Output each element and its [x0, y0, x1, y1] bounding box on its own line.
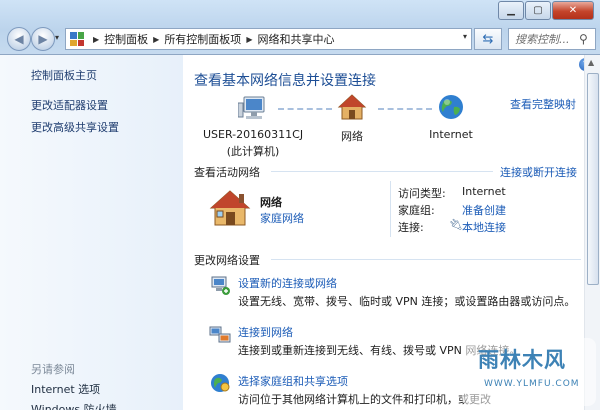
globe-icon[interactable] — [437, 93, 465, 121]
search-icon[interactable]: ⚲ — [579, 32, 588, 46]
maximize-button[interactable]: ▢ — [525, 1, 551, 20]
breadcrumb-control-panel[interactable]: 控制面板 — [104, 31, 148, 47]
connection-label: 连接: — [398, 221, 424, 234]
breadcrumb-network-center[interactable]: 网络和共享中心 — [257, 31, 334, 47]
window-controls: ▁ ▢ ✕ — [497, 1, 594, 20]
local-connection-link[interactable]: 本地连接 — [462, 219, 506, 235]
sidebar: 控制面板主页 更改适配器设置 更改高级共享设置 另请参阅 Internet 选项… — [0, 55, 183, 410]
minimize-button[interactable]: ▁ — [498, 1, 524, 20]
network-link-line — [278, 108, 332, 110]
search-input[interactable] — [513, 31, 577, 47]
section-divider — [271, 171, 493, 172]
access-type-value: Internet — [462, 185, 506, 198]
address-history-dropdown[interactable]: ▾ — [463, 32, 467, 41]
navigation-bar: ◀ ▶ ▾ ▶ 控制面板 ▶ 所有控制面板项 ▶ 网络和共享中心 ▾ ⇆ ⚲ — [0, 24, 600, 54]
back-arrow-icon: ◀ — [14, 32, 24, 46]
network-cable-icon: 🔌︎ — [449, 218, 463, 231]
setup-connection-link[interactable]: 设置新的连接或网络 — [238, 275, 337, 291]
close-button[interactable]: ✕ — [552, 1, 594, 20]
homegroup-sharing-link[interactable]: 选择家庭组和共享选项 — [238, 373, 348, 389]
breadcrumb-separator[interactable]: ▶ — [153, 35, 159, 44]
window-frame: ▁ ▢ ✕ ◀ ▶ ▾ ▶ 控制面板 ▶ 所有控制面板项 ▶ 网络和共享中心 ▾… — [0, 0, 600, 410]
sidebar-link-windows-firewall[interactable]: Windows 防火墙 — [31, 401, 117, 410]
scroll-up-icon[interactable]: ▲ — [588, 58, 594, 67]
refresh-icon: ⇆ — [482, 31, 494, 47]
scrollbar-thumb[interactable] — [587, 73, 599, 285]
active-networks-header: 查看活动网络 — [194, 166, 260, 179]
refresh-button[interactable]: ⇆ — [474, 28, 502, 50]
breadcrumb-separator[interactable]: ▶ — [246, 35, 252, 44]
see-also-header: 另请参阅 — [31, 363, 75, 376]
sidebar-link-internet-options[interactable]: Internet 选项 — [31, 381, 100, 397]
connect-icon — [209, 326, 231, 343]
sidebar-link-advanced-sharing[interactable]: 更改高级共享设置 — [31, 119, 119, 135]
homegroup-icon — [211, 374, 230, 392]
recent-pages-dropdown[interactable]: ▾ — [55, 33, 59, 42]
details-divider — [390, 181, 391, 237]
breadcrumb-all-items[interactable]: 所有控制面板项 — [164, 31, 241, 47]
house-icon[interactable] — [337, 93, 367, 121]
network-node-label: 网络 — [341, 130, 363, 143]
control-panel-icon — [70, 32, 84, 46]
watermark-text: 雨林木风 — [478, 348, 566, 372]
sidebar-link-adapter-settings[interactable]: 更改适配器设置 — [31, 97, 108, 113]
sidebar-link-control-panel-home[interactable]: 控制面板主页 — [31, 67, 97, 83]
forward-arrow-icon: ▶ — [38, 32, 48, 46]
active-network-name: 网络 — [260, 196, 282, 209]
computer-icon[interactable] — [238, 95, 270, 123]
change-settings-header: 更改网络设置 — [194, 254, 260, 267]
breadcrumb-separator[interactable]: ▶ — [93, 35, 99, 44]
house-icon — [209, 190, 251, 226]
homegroup-sharing-desc: 访问位于其他网络计算机上的文件和打印机，或更改 — [238, 393, 491, 406]
homegroup-link[interactable]: 准备创建 — [462, 202, 506, 218]
page-title: 查看基本网络信息并设置连接 — [194, 73, 376, 89]
internet-node-label: Internet — [429, 128, 473, 141]
network-type-link[interactable]: 家庭网络 — [260, 210, 304, 226]
computer-caption: (此计算机) — [226, 145, 280, 158]
new-connection-icon — [211, 276, 230, 295]
homegroup-label: 家庭组: — [398, 204, 435, 217]
connect-to-network-link[interactable]: 连接到网络 — [238, 324, 293, 340]
internet-link-line — [378, 108, 432, 110]
watermark-url: WWW.YLMFU.COM — [484, 379, 580, 389]
address-bar[interactable]: ▶ 控制面板 ▶ 所有控制面板项 ▶ 网络和共享中心 ▾ — [65, 28, 472, 50]
access-type-label: 访问类型: — [398, 187, 446, 200]
view-full-map-link[interactable]: 查看完整映射 — [510, 96, 576, 112]
watermark-logo: 雨林木风 WWW.YLMFU.COM — [462, 338, 596, 406]
forward-button[interactable]: ▶ — [31, 27, 55, 51]
connect-disconnect-link[interactable]: 连接或断开连接 — [500, 164, 577, 180]
search-box[interactable]: ⚲ — [508, 28, 596, 50]
section-divider — [271, 259, 581, 260]
computer-name: USER-20160311CJ — [203, 128, 304, 141]
setup-connection-desc: 设置无线、宽带、拨号、临时或 VPN 连接；或设置路由器或访问点。 — [238, 295, 576, 308]
back-button[interactable]: ◀ — [7, 27, 31, 51]
